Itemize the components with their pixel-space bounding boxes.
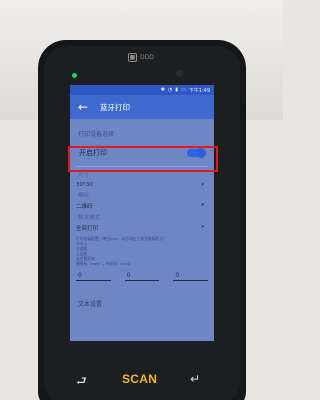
page-title: 蓝牙打印 (100, 102, 130, 112)
mode-value: 全部打印 (76, 226, 99, 232)
template-label: 模板 (78, 193, 90, 199)
back-key-icon[interactable]: ⮐ (76, 372, 87, 393)
size-field[interactable]: 尺寸 30*30 ▾ (76, 171, 208, 188)
scan-key[interactable]: SCAN (122, 372, 157, 386)
mode-value-row[interactable]: 全部打印 ▾ (76, 224, 208, 232)
device-screen: ✱ ◔ ▮ ▭ 下午1:49 ← 蓝牙打印 打印设备选择 开启打印 尺寸 30*… (70, 85, 214, 341)
printer-section-label: 打印设备选择 (78, 131, 115, 138)
app-bar: ← 蓝牙打印 (70, 95, 214, 119)
highlight-box (68, 146, 218, 172)
status-time: 下午1:49 (188, 87, 210, 94)
back-button[interactable]: ← (78, 101, 90, 113)
status-bar: ✱ ◔ ▮ ▭ 下午1:49 (70, 85, 214, 95)
wifi-icon: ◔ (167, 87, 173, 93)
bluetooth-icon: ✱ (160, 87, 165, 93)
mode-field[interactable]: 触发模式 全部打印 ▾ (76, 213, 208, 232)
brand-text: DDD (140, 53, 154, 61)
template-field[interactable]: 模板 二维码 ▾ (76, 191, 208, 210)
enter-key-icon[interactable]: ↵ (190, 372, 200, 386)
brand-mark-icon: ■ (128, 52, 137, 62)
template-value-row[interactable]: 二维码 ▾ (76, 202, 208, 210)
size-value-row[interactable]: 30*30 ▾ (76, 182, 208, 188)
size-label: 尺寸 (78, 173, 90, 179)
dropdown-icon: ▾ (201, 224, 204, 230)
mode-label: 触发模式 (78, 215, 101, 221)
offset-input-2[interactable]: 0 (124, 272, 160, 281)
offset-input-1[interactable]: 0 (76, 272, 111, 281)
signal-icon: ▮ (175, 87, 179, 93)
size-value: 30*30 (76, 182, 93, 188)
battery-icon: ▭ (181, 87, 186, 93)
description-line: 横坐标（mm），纵坐标（mm） (76, 261, 133, 266)
offset-input-3[interactable]: 0 (173, 272, 209, 281)
brand-logo: ■ DDD (128, 52, 168, 62)
dropdown-icon: ▾ (201, 182, 204, 188)
front-camera (176, 70, 183, 77)
status-led (72, 73, 77, 78)
template-value: 二维码 (76, 204, 93, 210)
coordinate-description: 打印坐标配置（单位mm，以打印左上角为坐标起点） 100 2 左边距 上边距 从… (76, 236, 208, 266)
dropdown-icon: ▾ (201, 202, 204, 208)
hardware-buttons: ⮐ SCAN ↵ (58, 362, 226, 400)
text-settings-item[interactable]: 文本设置 (76, 299, 208, 308)
offset-inputs: 0 0 0 (76, 272, 209, 281)
